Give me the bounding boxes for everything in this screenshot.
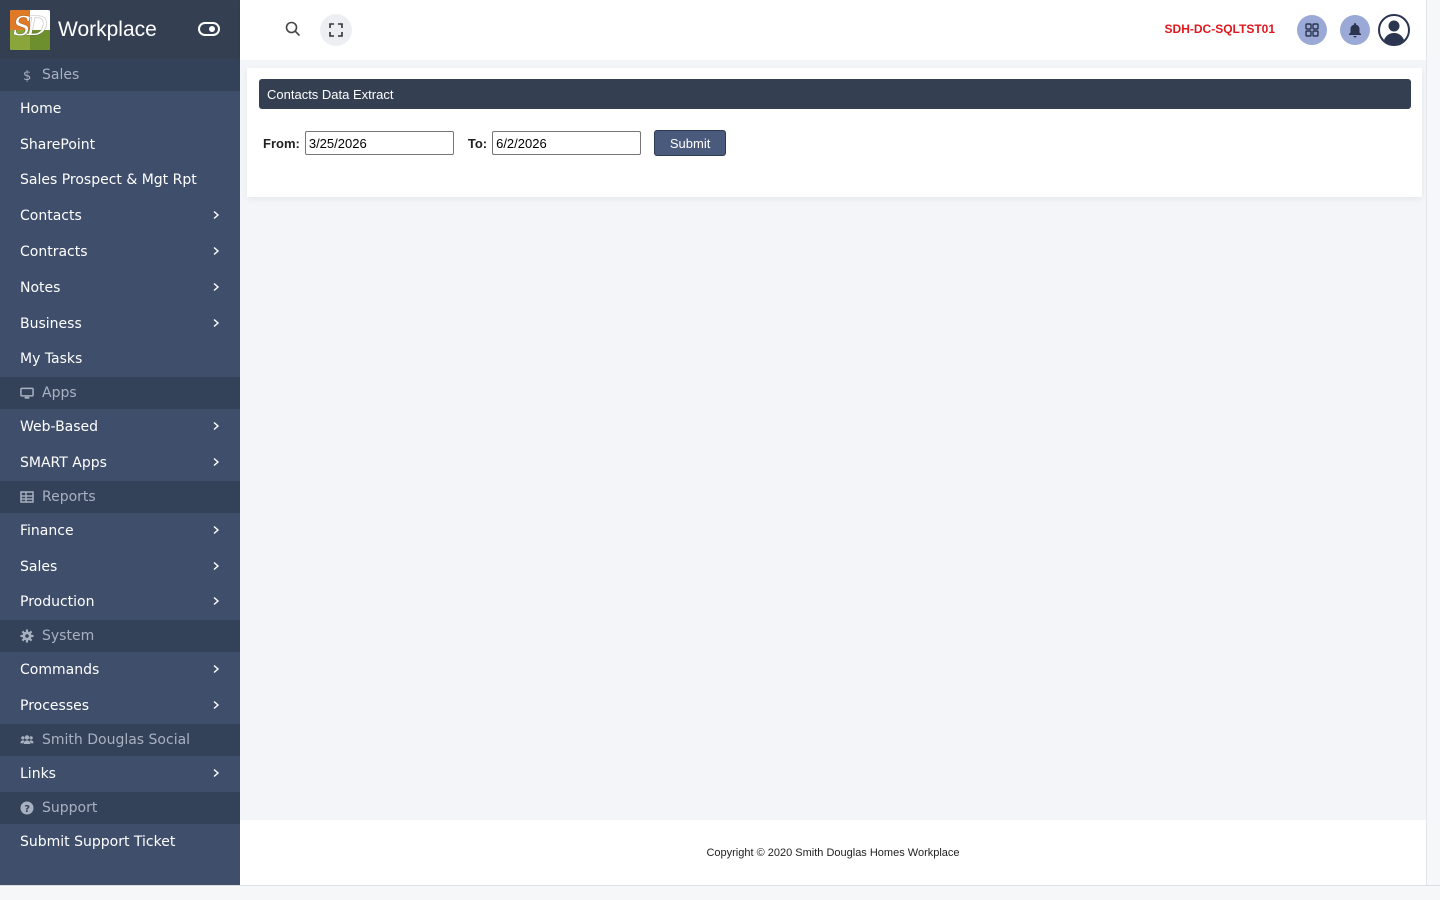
extract-card: Contacts Data Extract From: To: Submit — [247, 68, 1422, 197]
brand-title: Workplace — [58, 17, 157, 41]
sidebar-section-apps: Apps — [0, 377, 240, 410]
fullscreen-icon — [329, 23, 343, 37]
sidebar-item-label: Notes — [20, 279, 61, 296]
from-date-input[interactable] — [304, 131, 454, 155]
server-name: SDH-DC-SQLTST01 — [1164, 22, 1275, 36]
chevron-right-icon — [212, 766, 220, 782]
chevron-right-icon — [212, 559, 220, 575]
to-label: To: — [467, 135, 488, 151]
sidebar-item-label: My Tasks — [20, 351, 83, 368]
from-label: From: — [263, 135, 300, 151]
users-icon — [20, 733, 34, 747]
sidebar-item-my-tasks[interactable]: My Tasks — [0, 342, 240, 378]
sidebar-item-smart-apps[interactable]: SMART Apps — [0, 445, 240, 481]
sidebar-item-label: Submit Support Ticket — [20, 833, 176, 850]
gear-icon — [20, 629, 34, 643]
company-logo[interactable]: SD — [10, 9, 50, 50]
sidebar-item-label: Links — [20, 765, 56, 782]
sidebar-item-label: Contracts — [20, 244, 88, 261]
chevron-right-icon — [212, 698, 220, 714]
sidebar-item-notes[interactable]: Notes — [0, 270, 240, 306]
monitor-icon — [20, 386, 34, 400]
sidebar-nav: $ Sales Home SharePoint Sales Prospect & Mgt… — [0, 59, 240, 860]
sidebar-item-contracts[interactable]: Contracts — [0, 234, 240, 270]
sidebar-item-label: SharePoint — [20, 136, 96, 153]
scrollbar-track — [1426, 0, 1440, 885]
sidebar-item-sharepoint[interactable]: SharePoint — [0, 127, 240, 163]
logo-letters: SD — [13, 11, 48, 42]
date-range-form: From: To: Submit — [263, 130, 727, 156]
sidebar-item-label: Home — [20, 100, 62, 117]
search-icon[interactable] — [284, 20, 302, 38]
sidebar-section-smith-douglas-social: Smith Douglas Social — [0, 723, 240, 756]
sidebar-section-label: Reports — [42, 488, 96, 505]
chevron-right-icon — [212, 523, 220, 539]
top-bar: SDH-DC-SQLTST01 — [240, 0, 1440, 60]
sidebar-section-support: ? Support — [0, 791, 240, 824]
sidebar-item-label: Web-Based — [20, 419, 99, 436]
user-avatar-icon[interactable] — [1378, 14, 1410, 46]
sidebar-item-links[interactable]: Links — [0, 756, 240, 792]
sidebar-item-contacts[interactable]: Contacts — [0, 198, 240, 234]
sidebar-item-commands[interactable]: Commands — [0, 652, 240, 688]
to-date-input[interactable] — [492, 131, 642, 155]
bell-icon — [1349, 23, 1361, 38]
brand-bar: SD Workplace — [0, 0, 240, 59]
sidebar-section-label: Smith Douglas Social — [42, 731, 191, 748]
chevron-right-icon — [212, 419, 220, 435]
sidebar-section-label: System — [42, 628, 95, 645]
question-icon: ? — [20, 801, 34, 815]
table-icon — [20, 490, 34, 504]
sidebar-section-label: Support — [42, 799, 98, 816]
sidebar-item-label: Commands — [20, 662, 100, 679]
sidebar-section-label: Apps — [42, 385, 77, 402]
sidebar-item-label: Sales Prospect & Mgt Rpt — [20, 172, 197, 189]
chevron-right-icon — [212, 244, 220, 260]
grid-icon — [1305, 23, 1319, 37]
sidebar-item-label: Business — [20, 315, 82, 332]
sidebar-section-label: Sales — [42, 67, 80, 83]
sidebar-item-sales-prospect-mgt-rpt[interactable]: Sales Prospect & Mgt Rpt — [0, 163, 240, 199]
chevron-right-icon — [212, 316, 220, 332]
sidebar-section-system: System — [0, 620, 240, 653]
sidebar-section-sales: $ Sales — [0, 59, 240, 91]
copyright-text: Copyright © 2020 Smith Douglas Homes Wor… — [706, 846, 960, 859]
sidebar-section-reports: Reports — [0, 480, 240, 513]
sidebar-item-submit-support-ticket[interactable]: Submit Support Ticket — [0, 824, 240, 860]
sidebar-item-sales[interactable]: Sales — [0, 549, 240, 585]
svg-text:?: ? — [24, 804, 30, 815]
sidebar-item-label: Processes — [20, 698, 90, 715]
bottom-scrollbar-track — [0, 885, 1440, 900]
chevron-right-icon — [212, 208, 220, 224]
sidebar: SD Workplace $ Sales Home SharePoint Sales P… — [0, 0, 240, 885]
sidebar-item-finance[interactable]: Finance — [0, 513, 240, 549]
fullscreen-button[interactable] — [320, 14, 352, 46]
chevron-right-icon — [212, 662, 220, 678]
submit-button[interactable]: Submit — [654, 130, 727, 156]
chevron-right-icon — [212, 455, 220, 471]
sidebar-item-label: Contacts — [20, 208, 82, 225]
sidebar-toggle-icon[interactable] — [198, 20, 220, 38]
chevron-right-icon — [212, 280, 220, 296]
sidebar-item-label: Sales — [20, 558, 58, 575]
sidebar-item-label: Production — [20, 594, 95, 611]
apps-button[interactable] — [1297, 15, 1327, 45]
sidebar-item-processes[interactable]: Processes — [0, 688, 240, 724]
main-content: Contacts Data Extract From: To: Submit — [240, 60, 1426, 820]
chevron-right-icon — [212, 594, 220, 610]
sidebar-item-home[interactable]: Home — [0, 91, 240, 127]
notifications-button[interactable] — [1340, 15, 1370, 45]
sidebar-item-label: Finance — [20, 522, 74, 539]
card-title: Contacts Data Extract — [259, 79, 1411, 109]
sidebar-item-web-based[interactable]: Web-Based — [0, 409, 240, 445]
sidebar-item-production[interactable]: Production — [0, 585, 240, 621]
svg-text:$: $ — [23, 69, 31, 82]
footer: Copyright © 2020 Smith Douglas Homes Wor… — [240, 820, 1426, 885]
sidebar-item-business[interactable]: Business — [0, 306, 240, 342]
dollar-icon: $ — [20, 68, 34, 82]
sidebar-item-label: SMART Apps — [20, 455, 107, 472]
